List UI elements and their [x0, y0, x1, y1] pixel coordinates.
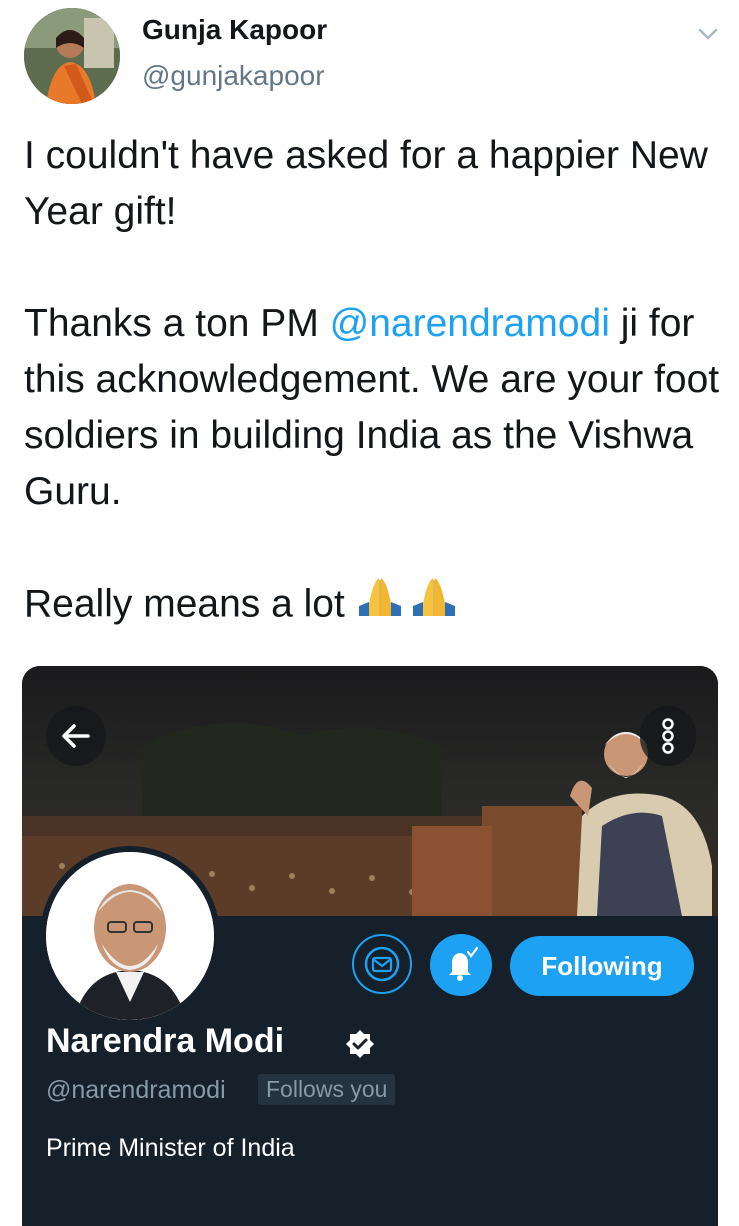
more-icon [662, 718, 674, 754]
tweet-text-line3-text: Really means a lot [24, 582, 345, 626]
profile-bio: Prime Minister of India [46, 1134, 295, 1162]
tweet-text-line2: Thanks a ton PM @narendramodi ji for thi… [24, 296, 724, 520]
mention-link[interactable]: @narendramodi [330, 302, 610, 345]
author-name[interactable]: Gunja Kapoor [142, 14, 327, 46]
follows-you-badge: Follows you [258, 1074, 396, 1105]
profile-card-image[interactable]: Following Narendra Modi @narendramodi Fo… [22, 666, 718, 1226]
tweet-text-prefix: Thanks a ton PM [24, 302, 330, 345]
author-avatar[interactable] [24, 8, 120, 104]
back-button[interactable] [46, 706, 106, 766]
profile-avatar[interactable] [40, 846, 220, 1026]
notifications-button[interactable] [430, 934, 492, 996]
verified-icon [346, 1030, 374, 1058]
tweet-text-line1: I couldn't have asked for a happier New … [24, 134, 708, 233]
more-button[interactable] [640, 706, 696, 766]
profile-name: Narendra Modi [46, 1022, 285, 1060]
tweet-text: I couldn't have asked for a happier New … [24, 128, 724, 636]
back-arrow-icon [62, 724, 90, 748]
message-button[interactable] [352, 934, 412, 994]
folded-hands-emoji [355, 576, 459, 636]
profile-handle: @narendramodi [46, 1076, 226, 1104]
tweet-text-line3: Really means a lot [24, 576, 724, 636]
author-handle[interactable]: @gunjakapoor [142, 60, 325, 92]
following-button[interactable]: Following [510, 936, 694, 996]
mail-icon [364, 946, 400, 982]
chevron-down-icon[interactable] [694, 20, 722, 48]
bell-icon [449, 946, 479, 981]
